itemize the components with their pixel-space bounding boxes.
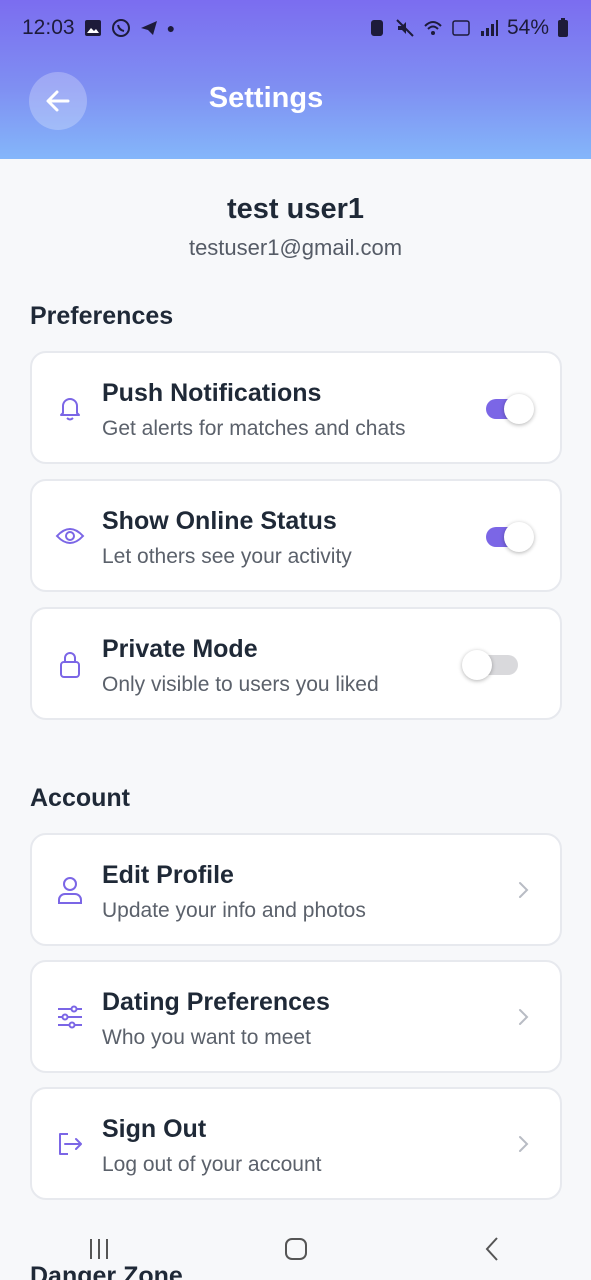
dating-preferences-subtitle: Who you want to meet [102,1026,311,1049]
status-bar: 12:03 ● 54% [0,0,591,56]
sliders-icon [55,1002,85,1032]
wifi-icon [424,21,442,35]
nav-back-icon[interactable] [480,1236,506,1262]
battery-percent: 54% [506,16,549,39]
push-notifications-card: Push Notifications Get alerts for matche… [30,351,562,464]
gallery-icon [84,20,101,36]
sign-out-icon [55,1129,85,1159]
header: 12:03 ● 54% Settings [0,0,591,159]
dating-preferences-card[interactable]: Dating Preferences Who you want to meet [30,960,562,1073]
mute-icon [396,19,414,37]
notification-dot-icon: ● [166,20,176,36]
chevron-right-icon [519,882,529,898]
home-icon[interactable] [283,1236,309,1262]
chevron-right-icon [519,1136,529,1152]
edit-profile-card[interactable]: Edit Profile Update your info and photos [30,833,562,946]
user-icon [55,875,85,905]
show-online-status-subtitle: Let others see your activity [102,545,352,568]
toggle-knob [462,650,492,680]
edit-profile-title: Edit Profile [102,861,234,889]
private-mode-card: Private Mode Only visible to users you l… [30,607,562,720]
private-mode-toggle[interactable] [462,650,520,680]
user-email: testuser1@gmail.com [188,235,403,260]
whatsapp-icon [111,19,130,37]
nfc-icon [370,20,383,36]
page-title: Settings [208,82,324,114]
bell-icon [55,393,85,423]
signal-icon [480,20,498,36]
status-time: 12:03 [22,16,75,39]
edit-profile-subtitle: Update your info and photos [102,899,366,922]
show-online-status-toggle[interactable] [486,522,534,552]
show-online-status-card: Show Online Status Let others see your a… [30,479,562,592]
eye-icon [55,521,85,551]
toggle-knob [504,394,534,424]
dating-preferences-title: Dating Preferences [102,988,330,1016]
private-mode-subtitle: Only visible to users you liked [102,673,379,696]
battery-icon [558,18,568,37]
private-mode-title: Private Mode [102,635,258,663]
user-name: test user1 [226,193,364,225]
lock-icon [55,649,85,679]
sign-out-title: Sign Out [102,1115,207,1143]
push-notifications-subtitle: Get alerts for matches and chats [102,417,406,440]
push-notifications-toggle[interactable] [486,394,534,424]
telegram-icon [140,21,157,35]
chevron-right-icon [519,1009,529,1025]
system-nav-bar [0,1218,591,1280]
push-notifications-title: Push Notifications [102,379,322,407]
show-online-status-title: Show Online Status [102,507,337,535]
sign-out-card[interactable]: Sign Out Log out of your account [30,1087,562,1200]
sign-out-subtitle: Log out of your account [102,1153,322,1176]
recent-apps-icon[interactable] [86,1236,112,1262]
section-title-account: Account [30,784,130,812]
section-title-preferences: Preferences [30,302,174,330]
volte-icon [452,20,470,36]
toggle-knob [504,522,534,552]
